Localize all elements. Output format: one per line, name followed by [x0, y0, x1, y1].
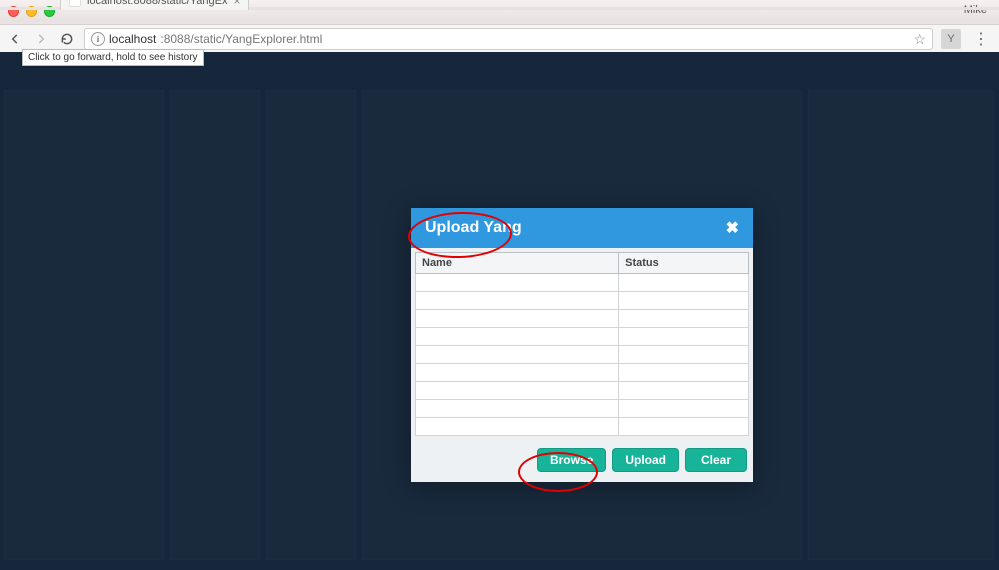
chrome-menu-button[interactable]: ⋮ [969, 29, 993, 49]
column-header-name[interactable]: Name [416, 253, 619, 274]
tab-close-icon[interactable]: × [233, 0, 240, 8]
table-row [416, 400, 749, 418]
modal-footer: Browse Upload Clear [411, 440, 753, 482]
page-content: Upload Yang ✖ Name Status [0, 52, 999, 570]
tab-title: localhost:8088/static/YangEx [87, 0, 227, 7]
nav-reload-button[interactable] [58, 30, 76, 48]
nav-forward-button[interactable] [32, 30, 50, 48]
table-row [416, 364, 749, 382]
site-info-icon[interactable]: i [91, 32, 105, 46]
column-header-status[interactable]: Status [619, 253, 749, 274]
browser-tabstrip: localhost:8088/static/YangEx × [0, 7, 999, 10]
table-row [416, 382, 749, 400]
table-row [416, 292, 749, 310]
table-row [416, 310, 749, 328]
upload-table: Name Status [415, 252, 749, 436]
address-bar[interactable]: i localhost :8088/static/YangExplorer.htm… [84, 28, 933, 50]
tab-favicon [69, 0, 81, 7]
table-row [416, 328, 749, 346]
address-path: :8088/static/YangExplorer.html [160, 32, 322, 46]
modal-header: Upload Yang ✖ [411, 208, 753, 248]
extension-button[interactable]: Y [941, 29, 961, 49]
upload-yang-modal: Upload Yang ✖ Name Status [411, 208, 753, 482]
bookmark-star-icon[interactable]: ☆ [913, 31, 926, 48]
table-row [416, 418, 749, 436]
modal-body: Name Status [411, 248, 753, 440]
upload-button[interactable]: Upload [612, 448, 679, 472]
nav-back-button[interactable] [6, 30, 24, 48]
table-row [416, 346, 749, 364]
browser-tab[interactable]: localhost:8088/static/YangEx × [60, 0, 249, 10]
modal-title: Upload Yang [425, 219, 522, 237]
modal-close-icon[interactable]: ✖ [726, 218, 739, 238]
profile-user-label: Mike [964, 4, 987, 16]
address-host: localhost [109, 32, 156, 46]
table-row [416, 274, 749, 292]
browse-button[interactable]: Browse [537, 448, 606, 472]
clear-button[interactable]: Clear [685, 448, 747, 472]
nav-forward-tooltip: Click to go forward, hold to see history [22, 49, 204, 66]
